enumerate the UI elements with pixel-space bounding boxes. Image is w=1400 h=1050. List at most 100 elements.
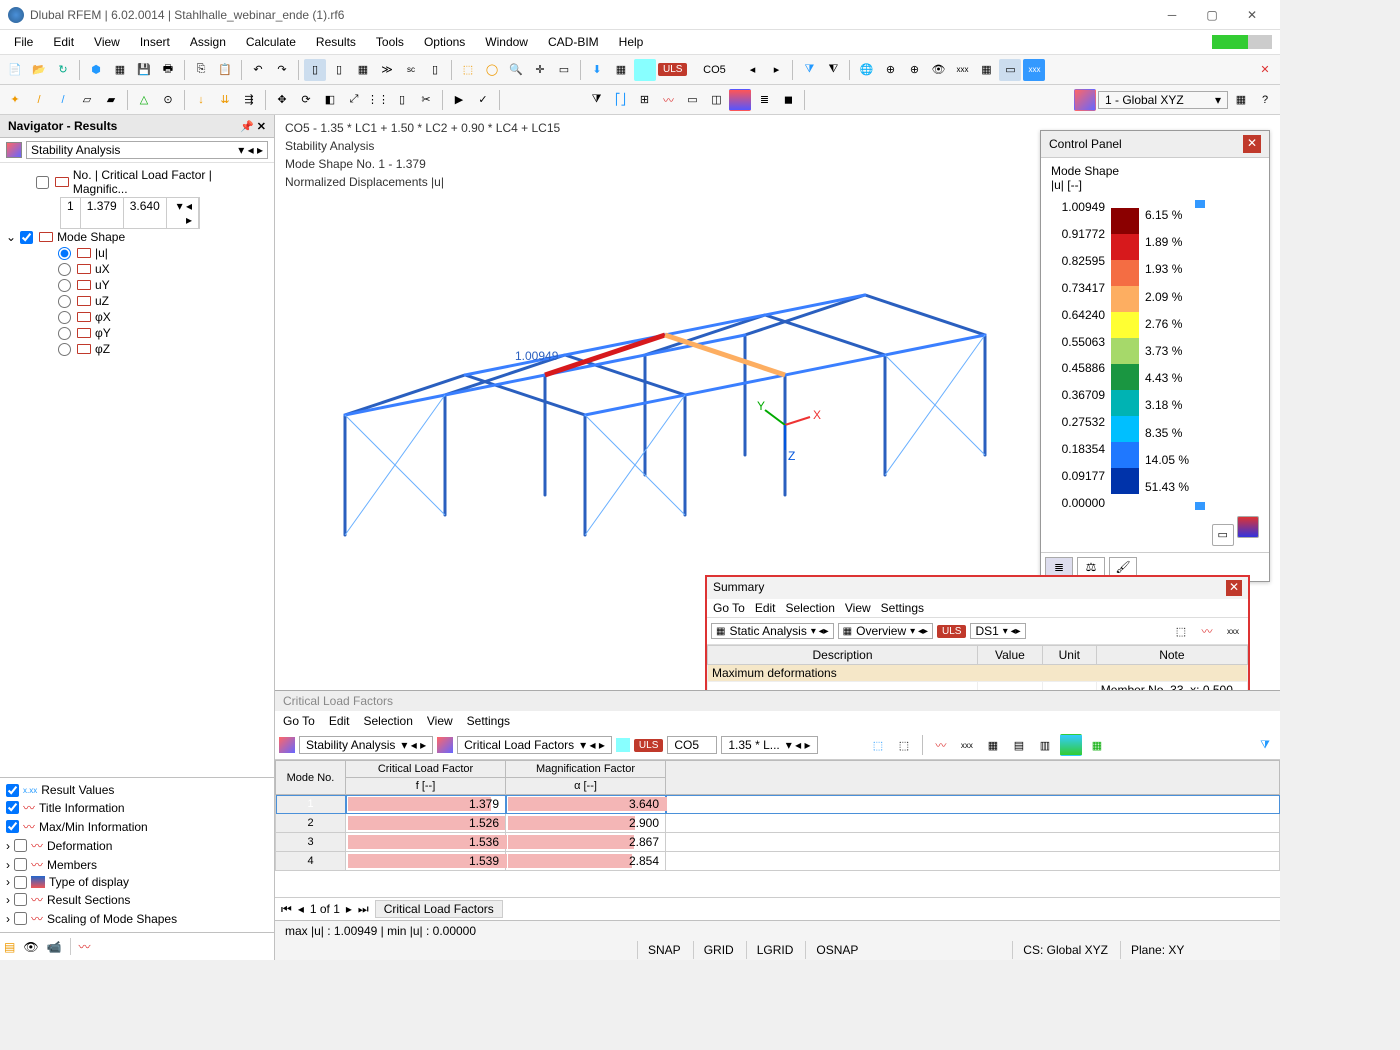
status-osnap[interactable]: OSNAP [805,941,868,959]
menu-calculate[interactable]: Calculate [236,32,306,52]
settings-icon[interactable]: ▦ [1230,89,1252,111]
check-titleinfo[interactable] [6,801,19,814]
rp-curve-icon[interactable]: 〰 [930,734,952,756]
wave-icon[interactable]: 〰 [657,89,679,111]
globe-icon[interactable]: 🌐 [855,59,877,81]
radio-phix[interactable] [58,311,71,324]
color-icon[interactable] [634,59,656,81]
new-icon[interactable]: 📄 [4,59,26,81]
tree-crit-check[interactable] [36,176,49,189]
radio-ux[interactable] [58,263,71,276]
check-resvals[interactable] [6,784,19,797]
check-maxmin[interactable] [6,820,19,833]
filter-off-icon[interactable]: ⧨ [822,59,844,81]
paste-icon[interactable]: 📋 [214,59,236,81]
rp-sel-icon[interactable]: ⬚ [867,734,889,756]
redo-icon[interactable]: ↷ [271,59,293,81]
summary-ds-combo[interactable]: DS1 ▾ ◂▸ [970,623,1025,639]
menu-file[interactable]: File [4,32,43,52]
item-deformation[interactable]: Deformation [47,839,112,853]
vis1-icon[interactable]: ▭ [999,59,1021,81]
box2-icon[interactable]: ▭ [681,89,703,111]
axis2-icon[interactable]: ⊕ [903,59,925,81]
radio-ux-label[interactable]: uX [95,262,110,276]
radio-phix-label[interactable]: φX [95,310,111,324]
filter2-icon[interactable]: ⧩ [585,89,607,111]
panel3-icon[interactable]: ▦ [352,59,374,81]
item-title-info[interactable]: Title Information [39,801,125,815]
refresh-icon[interactable]: ↻ [52,59,74,81]
navigator-analysis-combo[interactable]: Stability Analysis▾ ◂ ▸ [26,141,268,159]
tree-modeshape-check[interactable] [20,231,33,244]
line-icon[interactable]: / [28,89,50,111]
radio-uy-label[interactable]: uY [95,278,110,292]
section-icon[interactable]: ⊞ [633,89,655,111]
menu-edit[interactable]: Edit [43,32,84,52]
rp-co-combo[interactable]: CO5 [667,736,717,754]
nav-tab1-icon[interactable]: ▤ [4,940,15,954]
tree-mode-shape[interactable]: ⌄Mode Shape [6,229,268,245]
mirror-icon[interactable]: ◧ [319,89,341,111]
results-icon[interactable]: ▦ [610,59,632,81]
dim-icon[interactable]: xxx [951,59,973,81]
loads-icon[interactable]: ⬇ [586,59,608,81]
copy-icon[interactable]: ⎘ [190,59,212,81]
item-sections[interactable]: Result Sections [47,893,130,907]
rp-stability-combo[interactable]: Stability Analysis▾ ◂ ▸ [299,736,433,754]
rp-menu-view[interactable]: View [427,714,453,728]
summary-selmode-icon[interactable]: ⬚ [1170,620,1192,642]
menu-results[interactable]: Results [306,32,366,52]
scale-top-handle[interactable] [1195,200,1205,208]
move-icon[interactable]: ✥ [271,89,293,111]
vis2-icon[interactable]: xxx [1023,59,1045,81]
summary-view-combo[interactable]: ▦ Overview ▾ ◂▸ [838,623,933,639]
load1-icon[interactable]: ↓ [190,89,212,111]
console-icon[interactable]: ≫ [376,59,398,81]
diagram-icon[interactable]: ⎡⎦ [609,89,631,111]
nav-tab2-icon[interactable]: 👁 [23,940,38,954]
status-snap[interactable]: SNAP [637,941,691,959]
rp-grid3-icon[interactable]: ▥ [1034,734,1056,756]
radio-uy[interactable] [58,279,71,292]
cs-icon[interactable] [1074,89,1096,111]
navigator-pin-icon[interactable]: 📌 ✕ [240,120,266,133]
radio-phiy-label[interactable]: φY [95,326,111,340]
scale-icon[interactable]: ⤢ [343,89,365,111]
extrude-icon[interactable]: ▯ [391,89,413,111]
model-icon[interactable]: ⬢ [85,59,107,81]
select-icon[interactable]: ⬚ [457,59,479,81]
prev-case-icon[interactable]: ◂ [741,59,763,81]
cp-tab-balance-icon[interactable]: ⚖ [1077,557,1105,577]
summary-dim-icon[interactable]: xxx [1222,620,1244,642]
check-icon[interactable]: ✓ [472,89,494,111]
check-deform[interactable] [14,839,27,852]
rp-menu-edit[interactable]: Edit [329,714,350,728]
tree-crit-values[interactable]: 11.3793.640▾ ◂ ▸ [60,197,200,229]
cp-tab-scale-icon[interactable]: ≣ [1045,557,1073,577]
rp-clf-combo[interactable]: Critical Load Factors▾ ◂ ▸ [457,736,612,754]
cs-combo[interactable]: 1 - Global XYZ▾ [1098,91,1228,109]
summary-curve-icon[interactable]: 〰 [1196,620,1218,642]
control-panel-close-icon[interactable]: ✕ [1243,135,1261,153]
script-icon[interactable]: sc [400,59,422,81]
menu-help[interactable]: Help [609,32,654,52]
view-icon[interactable]: 👁 [927,59,949,81]
load2-icon[interactable]: ⇊ [214,89,236,111]
radio-phiz-label[interactable]: φZ [95,342,110,356]
rp-filter-icon[interactable]: ⧩ [1254,734,1276,756]
results-table[interactable]: Mode No. Critical Load Factor Magnificat… [275,760,1280,897]
status-grid[interactable]: GRID [693,941,744,959]
rp-grid1-icon[interactable]: ▦ [982,734,1004,756]
lasso-icon[interactable]: ◯ [481,59,503,81]
menu-assign[interactable]: Assign [180,32,236,52]
item-display[interactable]: Type of display [49,875,129,889]
rp-sel2-icon[interactable]: ⬚ [893,734,915,756]
rp-dim-icon[interactable]: xxx [956,734,978,756]
menu-insert[interactable]: Insert [130,32,180,52]
rp-menu-goto[interactable]: Go To [283,714,315,728]
solid-icon[interactable]: ▰ [100,89,122,111]
rp-excel-icon[interactable]: ▦ [1086,734,1108,756]
node-icon[interactable]: ✦ [4,89,26,111]
summary-analysis-combo[interactable]: ▦ Static Analysis ▾ ◂▸ [711,623,834,639]
find-icon[interactable]: 🔍 [505,59,527,81]
